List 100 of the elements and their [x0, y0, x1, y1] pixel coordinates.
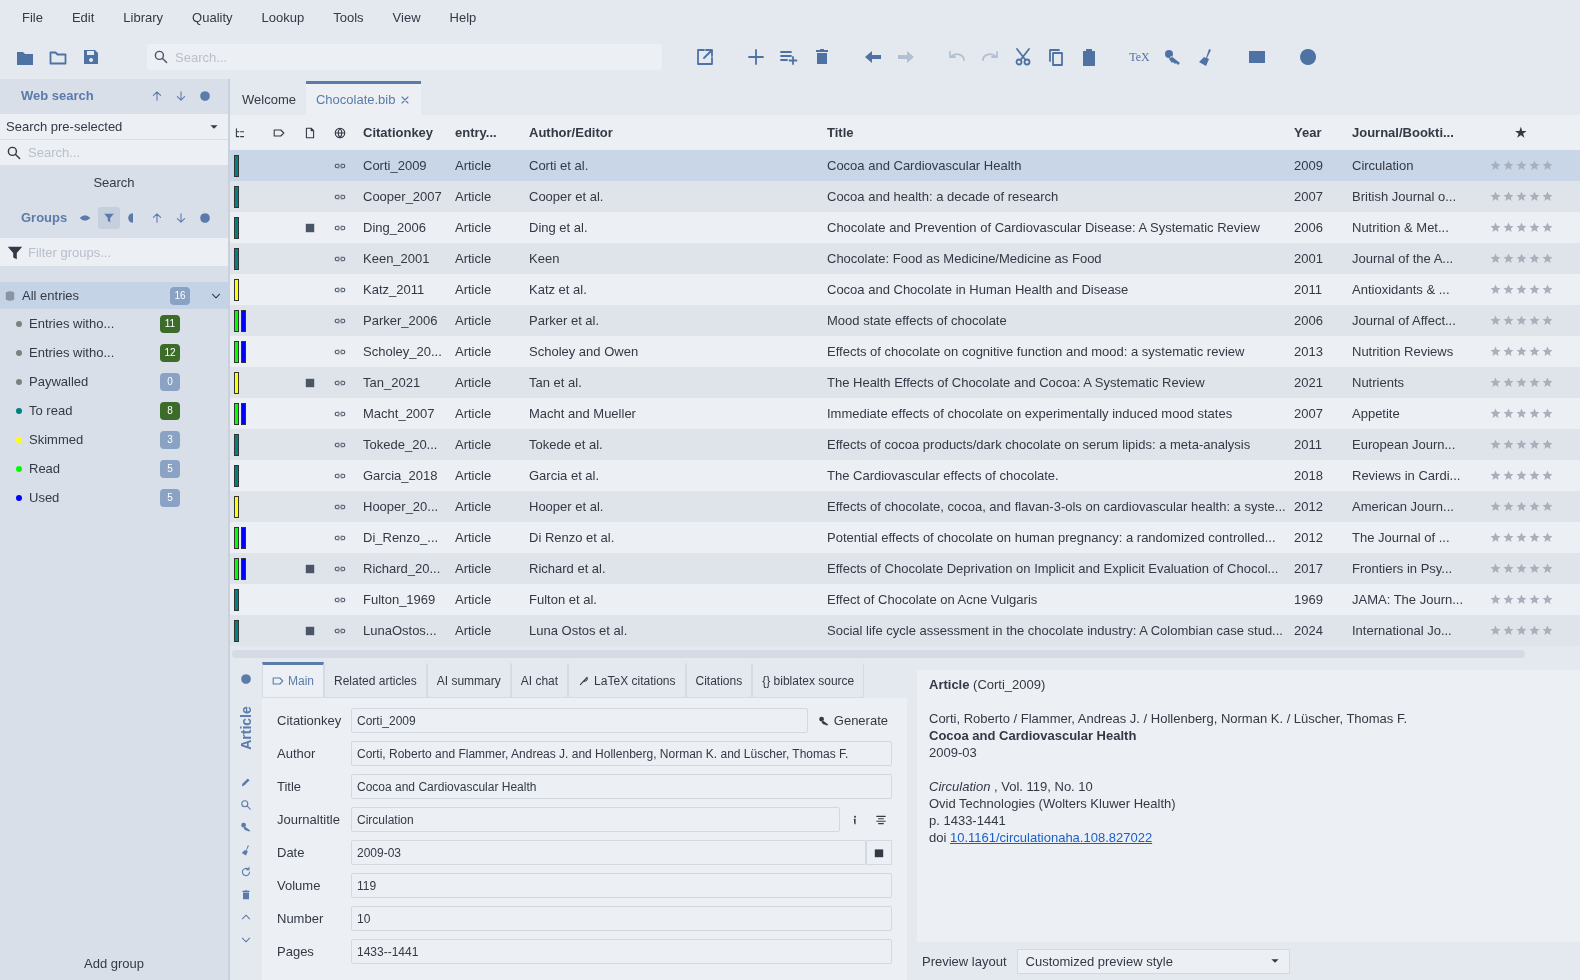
column-header[interactable]: Author/Editor: [529, 125, 827, 140]
table-cell-text: Article: [455, 623, 493, 638]
field-label: Author: [277, 746, 317, 761]
tex-button[interactable]: TeX: [1123, 41, 1156, 73]
table-row[interactable]: Parker_2006 Article Parker et al. Mood state effects of chocolate 2006 Journal of Affect...: [230, 305, 1580, 336]
generate-button[interactable]: Generate: [811, 713, 892, 728]
doi-link[interactable]: 10.1161/circulationaha.108.827022: [950, 830, 1153, 845]
table-row[interactable]: Corti_2009 Article Corti et al. Cocoa and Cardiovascular Health 2009 Circulation: [230, 150, 1580, 181]
group-item[interactable]: Used 5: [0, 483, 228, 512]
group-item[interactable]: Read 5: [0, 454, 228, 483]
refresh-icon: [240, 866, 252, 879]
text-field[interactable]: Corti_2009: [351, 708, 808, 733]
table-cell-text: Richard_20...: [362, 561, 442, 576]
group-item[interactable]: Paywalled 0: [0, 367, 228, 396]
table-cell-text: 2012: [1294, 530, 1324, 545]
table-cell-text: Mood state effects of chocolate: [827, 313, 1008, 328]
key-icon: [240, 821, 252, 834]
text-field[interactable]: 119: [351, 873, 892, 898]
table-cell-text: 2007: [1294, 406, 1324, 421]
group-item[interactable]: Skimmed 3: [0, 425, 228, 454]
table-cell-text: Garcia_2018: [362, 468, 439, 483]
table-cell-text: Katz et al.: [529, 282, 588, 297]
group-item[interactable]: Entries witho... 12: [0, 338, 228, 367]
column-header[interactable]: Year: [1294, 125, 1352, 140]
menu-item[interactable]: View: [392, 10, 436, 25]
add-group-button[interactable]: Add group: [0, 948, 228, 978]
table-cell-text: Effects of Chocolate Deprivation on Implicit and Explicit Evaluation of Chocol...: [827, 561, 1280, 576]
editor-tab[interactable]: Citations: [685, 662, 753, 698]
menu-item[interactable]: Lookup: [261, 10, 320, 25]
group-item[interactable]: To read 8: [0, 396, 228, 425]
table-cell-text: Article: [455, 313, 493, 328]
library-tab[interactable]: Chocolate.bib: [305, 81, 422, 115]
table-row[interactable]: Macht_2007 Article Macht and Mueller Immediate effects of chocolate on experimentally induced mood states 2007 Appetite: [230, 398, 1580, 429]
editor-tab[interactable]: AI chat: [510, 662, 569, 698]
menu-item[interactable]: Tools: [333, 10, 379, 25]
panel-title: Groups: [21, 210, 68, 225]
group-item[interactable]: All entries 16: [0, 282, 228, 309]
table-row[interactable]: Fulton_1969 Article Fulton et al. Effect of Chocolate on Acne Vulgaris 1969 JAMA: The Journ...: [230, 584, 1580, 615]
count-badge: 12: [160, 343, 180, 362]
table-cell-text: Fulton et al.: [529, 592, 598, 607]
table-cell-text: Journal of the A...: [1352, 251, 1455, 266]
editor-tab[interactable]: AI summary: [426, 662, 511, 698]
table-row[interactable]: Cooper_2007 Article Cooper et al. Cocoa and health: a decade of research 2007 British Journal o...: [230, 181, 1580, 212]
menu-item[interactable]: Library: [123, 10, 179, 25]
menu-item[interactable]: Edit: [71, 10, 110, 25]
table-cell-text: JAMA: The Journ...: [1352, 592, 1465, 607]
external-link-icon: [694, 47, 715, 67]
table-cell-text: Article: [455, 499, 493, 514]
editor-tab[interactable]: Main: [262, 662, 324, 698]
library-tab[interactable]: Welcome: [232, 81, 306, 115]
editor-tab[interactable]: LaTeX citations: [568, 662, 686, 698]
table-row[interactable]: Ding_2006 Article Ding et al. Chocolate and Prevention of Cardiovascular Disease: A Systematic Review 2006 Nutrition & Met...: [230, 212, 1580, 243]
table-cell-text: Appetite: [1352, 406, 1401, 421]
table-cell-text: Katz_2011: [362, 282, 426, 297]
table-row[interactable]: Keen_2001 Article Keen Chocolate: Food as Medicine/Medicine as Food 2001 Journal of the A...: [230, 243, 1580, 274]
table-cell-text: The Health Effects of Chocolate and Cocoa: A Systematic Review: [827, 375, 1206, 390]
trash-icon: [240, 888, 252, 901]
arrow-up-icon: [151, 211, 163, 224]
column-header[interactable]: Title: [827, 125, 1294, 140]
table-row[interactable]: Richard_20... Article Richard et al. Effects of Chocolate Deprivation on Implicit and Explicit Evaluation of Chocol... 2017 Frontiers in Psy...: [230, 553, 1580, 584]
column-header[interactable]: ★: [1486, 125, 1556, 140]
table-cell-text: Nutrients: [1352, 375, 1406, 390]
table-cell-text: Article: [455, 561, 493, 576]
search-button[interactable]: Search: [0, 167, 228, 197]
filter-button[interactable]: [98, 206, 120, 229]
count-badge: 11: [160, 314, 180, 333]
table-row[interactable]: Tokede_20... Article Tokede et al. Effects of cocoa products/dark chocolate on serum lipids: a meta-analysis 2011 European Journ...: [230, 429, 1580, 460]
table-cell-text: Article: [455, 282, 493, 297]
table-cell-text: European Journ...: [1352, 437, 1457, 452]
text-field[interactable]: Corti, Roberto and Flammer, Andreas J. and Hollenberg, Norman K. and Lüscher, Thomas F.: [351, 741, 892, 766]
column-header[interactable]: Journal/Bookti...: [1352, 125, 1486, 140]
menu-item[interactable]: Quality: [192, 10, 248, 25]
table-row[interactable]: Tan_2021 Article Tan et al. The Health Effects of Chocolate and Cocoa: A Systematic Review 2021 Nutrients: [230, 367, 1580, 398]
table-row[interactable]: LunaOstos... Article Luna Ostos et al. Social life cycle assessment in the chocolate industry: A Colombian case stud... 2024 International Jo...: [230, 615, 1580, 646]
table-cell-text: Hooper_20...: [362, 499, 440, 514]
column-header[interactable]: entry...: [455, 125, 529, 140]
menu-item[interactable]: File: [22, 10, 58, 25]
dropdown[interactable]: Search pre-selected: [0, 114, 228, 139]
editor-tab[interactable]: Related articles: [324, 662, 427, 698]
column-header[interactable]: Citationkey: [355, 125, 455, 140]
table-cell-text: Luna Ostos et al.: [529, 623, 629, 638]
table-row[interactable]: Garcia_2018 Article Garcia et al. The Cardiovascular effects of chocolate. 2018 Reviews in Cardi...: [230, 460, 1580, 491]
dropdown[interactable]: Customized preview style: [1016, 948, 1290, 974]
table-row[interactable]: Di_Renzo_... Article Di Renzo et al. Potential effects of chocolate on human pregnancy: a randomized controlled... 2012 The Journal of ...: [230, 522, 1580, 553]
group-item[interactable]: Entries witho... 11: [0, 309, 228, 338]
table-row[interactable]: Katz_2011 Article Katz et al. Cocoa and Chocolate in Human Health and Disease 2011 Antioxidants & ...: [230, 274, 1580, 305]
menu-item[interactable]: Help: [449, 10, 492, 25]
text-field[interactable]: 10: [351, 906, 892, 931]
table-cell-text: Richard et al.: [529, 561, 607, 576]
text-field[interactable]: Circulation: [351, 807, 840, 832]
table-cell-text: British Journal o...: [1352, 189, 1458, 204]
text-field[interactable]: 2009-03: [351, 840, 866, 865]
table-row[interactable]: Hooper_20... Article Hooper et al. Effects of chocolate, cocoa, and flavan-3-ols on cardiovascular health: a syste... 2012 American Journ...: [230, 491, 1580, 522]
text-field[interactable]: 1433--1441: [351, 939, 892, 964]
table-cell-text: Chocolate: Food as Medicine/Medicine as Food: [827, 251, 1103, 266]
table-row[interactable]: Scholey_20... Article Scholey and Owen Effects of chocolate on cognitive function and mood: a systematic review 2013 Nutrition Reviews: [230, 336, 1580, 367]
editor-tab[interactable]: {} biblatex source: [752, 662, 865, 698]
text-field[interactable]: Cocoa and Cardiovascular Health: [351, 774, 892, 799]
key-icon: [817, 714, 830, 727]
table-cell-text: 2021: [1294, 375, 1324, 390]
